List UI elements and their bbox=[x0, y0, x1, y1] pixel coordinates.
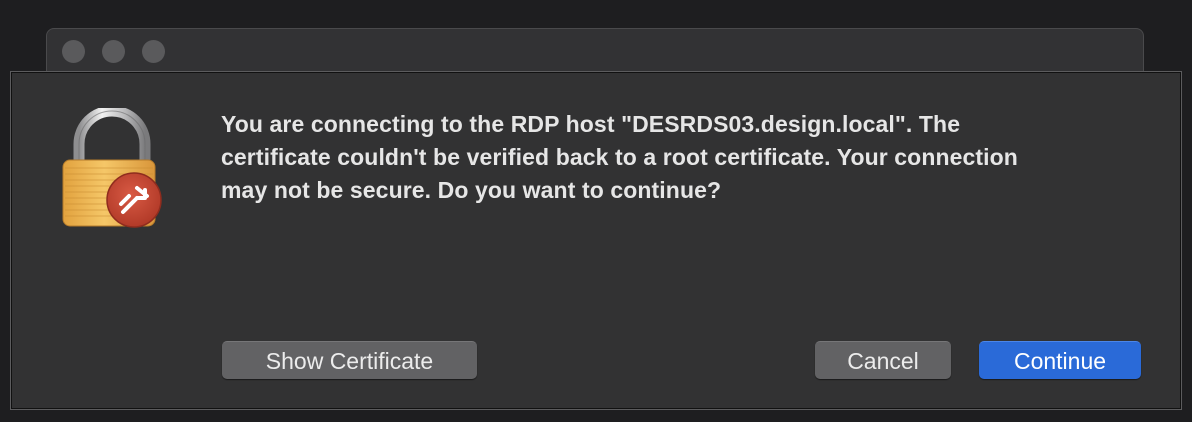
close-window-button[interactable] bbox=[62, 40, 85, 63]
minimize-window-button[interactable] bbox=[102, 40, 125, 63]
desktop: You are connecting to the RDP host "DESR… bbox=[0, 0, 1192, 422]
certificate-alert-sheet: You are connecting to the RDP host "DESR… bbox=[10, 71, 1182, 410]
show-certificate-button[interactable]: Show Certificate bbox=[222, 341, 477, 379]
cancel-button[interactable]: Cancel bbox=[815, 341, 951, 379]
continue-button[interactable]: Continue bbox=[979, 341, 1141, 379]
alert-message-line: certificate couldn't be verified back to… bbox=[221, 144, 1018, 170]
lock-with-remote-desktop-badge-icon bbox=[62, 108, 162, 228]
alert-message-line: You are connecting to the RDP host "DESR… bbox=[221, 111, 961, 137]
zoom-window-button[interactable] bbox=[142, 40, 165, 63]
alert-message: You are connecting to the RDP host "DESR… bbox=[221, 108, 1121, 207]
alert-message-line: may not be secure. Do you want to contin… bbox=[221, 177, 722, 203]
